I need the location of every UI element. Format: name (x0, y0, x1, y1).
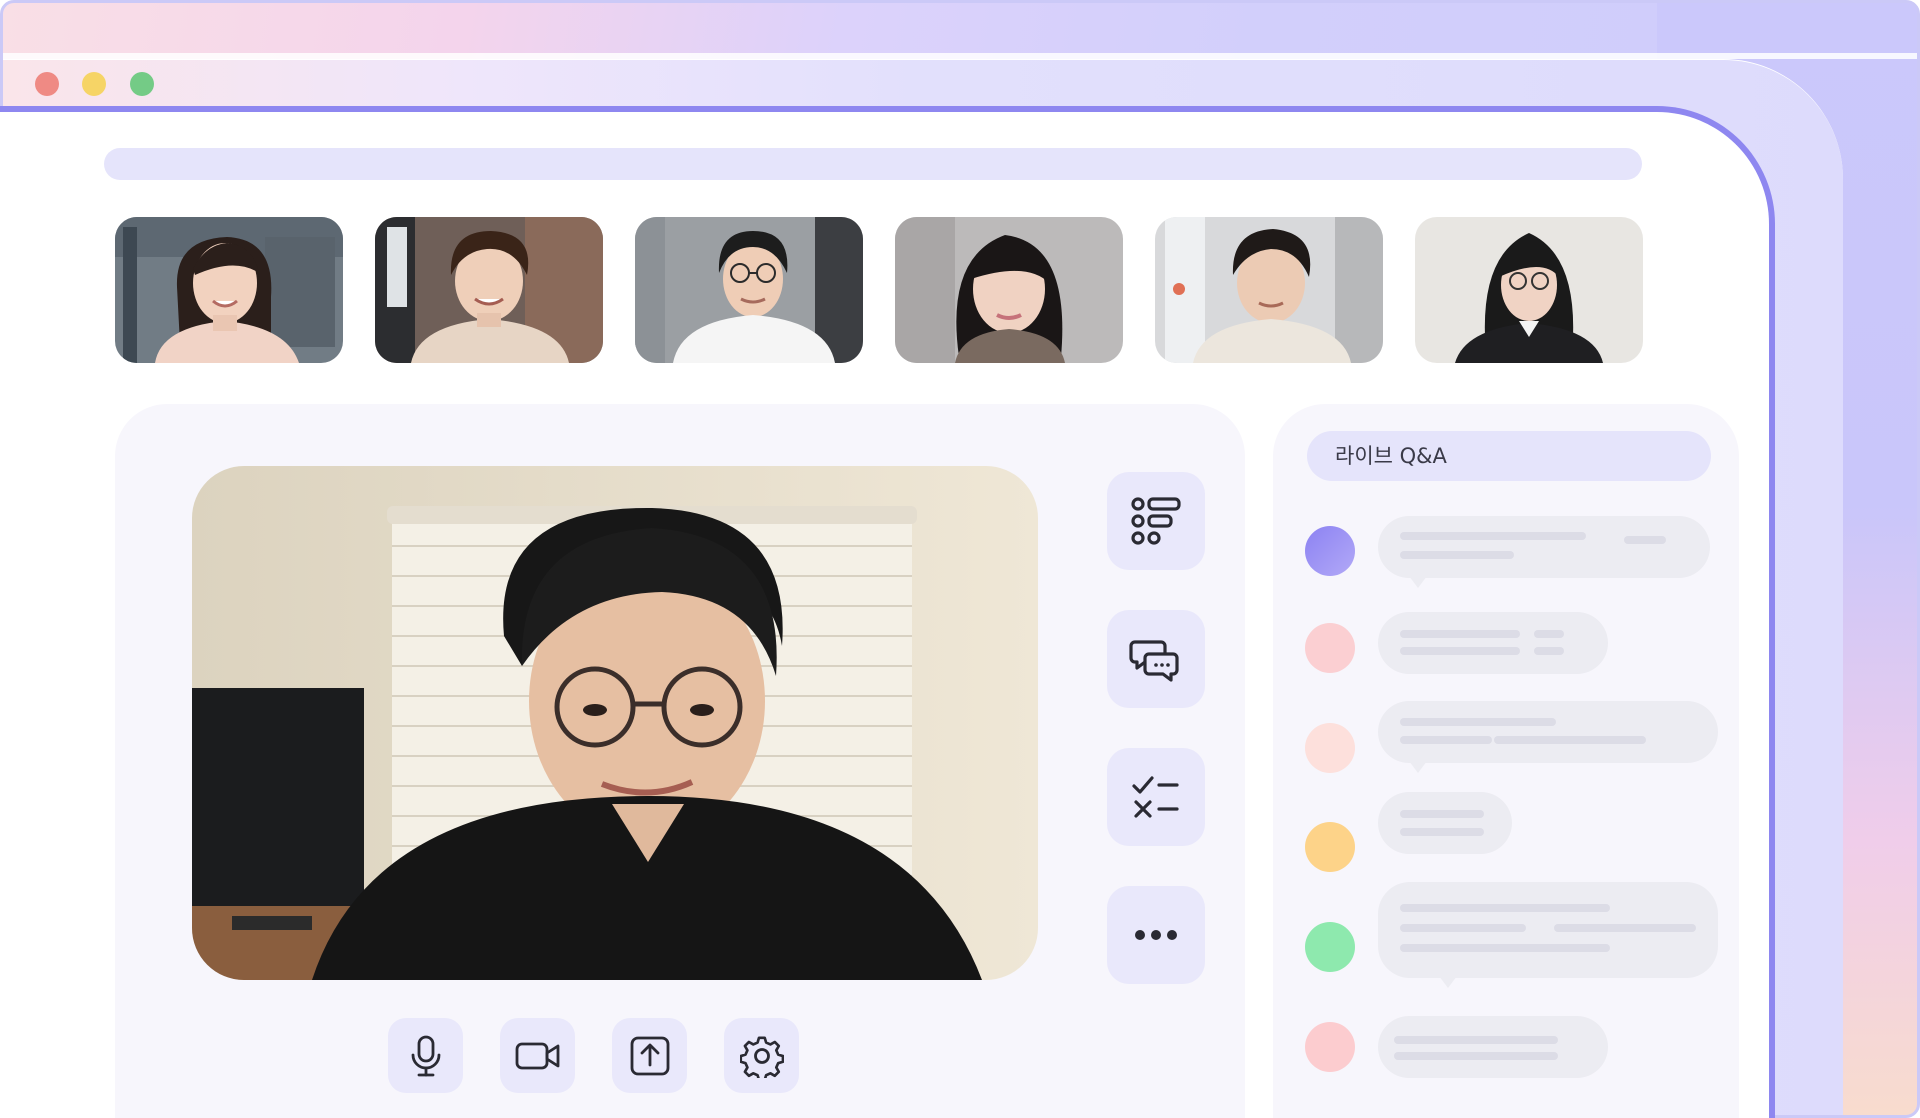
bubble-tail (1439, 976, 1457, 988)
agenda-list-icon (1131, 497, 1181, 545)
share-screen-icon (630, 1036, 669, 1075)
bubble-tail (1409, 576, 1427, 588)
poll-checklist-icon (1132, 776, 1179, 818)
camera-icon (515, 1042, 559, 1069)
poll-button[interactable] (1107, 748, 1205, 846)
participant-4-video (895, 217, 1123, 363)
participant-tile[interactable] (895, 217, 1123, 363)
message-bubble (1378, 792, 1512, 854)
chat-button[interactable] (1107, 610, 1205, 708)
avatar (1305, 1022, 1355, 1072)
minimize-window-button[interactable] (82, 72, 106, 96)
camera-button[interactable] (500, 1018, 575, 1093)
message-bubble (1378, 701, 1718, 763)
avatar (1305, 623, 1355, 673)
participant-tile[interactable] (1415, 217, 1643, 363)
message-bubble (1378, 516, 1710, 578)
participant-tile[interactable] (635, 217, 863, 363)
avatar (1305, 723, 1355, 773)
qa-title: 라이브 Q&A (1307, 431, 1711, 481)
participant-1-video (115, 217, 343, 363)
microphone-button[interactable] (388, 1018, 463, 1093)
maximize-window-button[interactable] (130, 72, 154, 96)
speaker-video[interactable] (192, 466, 1038, 980)
participant-3-video (635, 217, 863, 363)
participant-tile[interactable] (1155, 217, 1383, 363)
message-bubble (1378, 612, 1608, 674)
close-window-button[interactable] (35, 72, 59, 96)
chat-bubbles-icon (1129, 640, 1179, 682)
agenda-button[interactable] (1107, 472, 1205, 570)
participant-6-video (1415, 217, 1643, 363)
more-button[interactable] (1107, 886, 1205, 984)
speaker-video-frame (192, 466, 1038, 980)
avatar (1305, 526, 1355, 576)
avatar (1305, 822, 1355, 872)
microphone-icon (411, 1035, 440, 1076)
avatar (1305, 922, 1355, 972)
bubble-tail (1409, 761, 1427, 773)
participant-5-video (1155, 217, 1383, 363)
message-bubble (1378, 1016, 1608, 1078)
message-bubble (1378, 882, 1718, 978)
settings-icon (739, 1035, 784, 1078)
participant-2-video (375, 217, 603, 363)
more-icon (1135, 930, 1177, 940)
share-screen-button[interactable] (612, 1018, 687, 1093)
participant-tile[interactable] (375, 217, 603, 363)
participant-tile[interactable] (115, 217, 343, 363)
address-bar[interactable] (104, 148, 1642, 180)
settings-button[interactable] (724, 1018, 799, 1093)
